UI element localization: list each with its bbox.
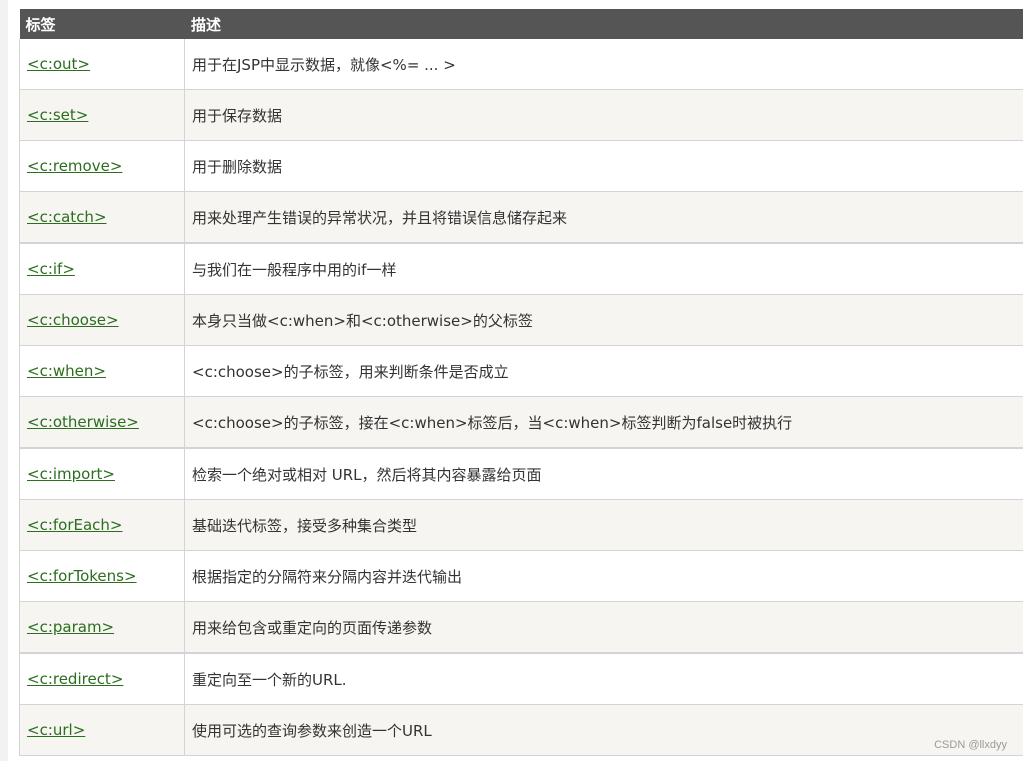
tag-cell: <c:set> (19, 89, 185, 141)
jstl-core-tags-table: 标签 描述 <c:out> 用于在JSP中显示数据，就像<%= ... > <c… (19, 9, 1023, 756)
table-row: <c:otherwise> <c:choose>的子标签，接在<c:when>标… (19, 396, 1023, 449)
tag-link[interactable]: <c:otherwise> (27, 413, 139, 431)
description-cell: 用于保存数据 (184, 89, 1023, 141)
tag-link[interactable]: <c:catch> (27, 208, 107, 226)
tag-link[interactable]: <c:forEach> (27, 516, 123, 534)
header-tag: 标签 (19, 9, 185, 39)
tag-link[interactable]: <c:param> (27, 618, 114, 636)
table-row: <c:if> 与我们在一般程序中用的if一样 (19, 242, 1023, 295)
tag-cell: <c:choose> (19, 294, 185, 346)
tag-cell: <c:redirect> (19, 652, 185, 705)
tag-link[interactable]: <c:choose> (27, 311, 119, 329)
tag-cell: <c:param> (19, 601, 185, 654)
tag-cell: <c:when> (19, 345, 185, 397)
tag-link[interactable]: <c:remove> (27, 157, 122, 175)
tag-cell: <c:remove> (19, 140, 185, 192)
tag-link[interactable]: <c:set> (27, 106, 88, 124)
description-cell: 用来处理产生错误的异常状况，并且将错误信息储存起来 (184, 191, 1023, 244)
table-header-row: 标签 描述 (19, 9, 1023, 39)
table-row: <c:redirect> 重定向至一个新的URL. (19, 652, 1023, 705)
tag-link[interactable]: <c:out> (27, 55, 90, 73)
description-cell: 检索一个绝对或相对 URL，然后将其内容暴露给页面 (184, 447, 1023, 500)
table-row: <c:out> 用于在JSP中显示数据，就像<%= ... > (19, 39, 1023, 90)
table-row: <c:import> 检索一个绝对或相对 URL，然后将其内容暴露给页面 (19, 447, 1023, 500)
tag-link[interactable]: <c:when> (27, 362, 106, 380)
description-cell: 重定向至一个新的URL. (184, 652, 1023, 705)
tag-cell: <c:forEach> (19, 499, 185, 551)
tag-cell: <c:catch> (19, 191, 185, 244)
description-cell: 用于在JSP中显示数据，就像<%= ... > (184, 39, 1023, 90)
jstl-core-tags-table-wrapper: 标签 描述 <c:out> 用于在JSP中显示数据，就像<%= ... > <c… (19, 9, 1023, 756)
csdn-watermark: CSDN @llxdyy (934, 739, 1007, 751)
tag-cell: <c:otherwise> (19, 396, 185, 449)
tag-cell: <c:url> (19, 704, 185, 756)
description-cell: 基础迭代标签，接受多种集合类型 (184, 499, 1023, 551)
left-gutter (0, 0, 8, 761)
description-cell: <c:choose>的子标签，接在<c:when>标签后，当<c:when>标签… (184, 396, 1023, 449)
table-row: <c:forTokens> 根据指定的分隔符来分隔内容并迭代输出 (19, 550, 1023, 602)
table-row: <c:set> 用于保存数据 (19, 89, 1023, 141)
tag-cell: <c:if> (19, 242, 185, 295)
tag-link[interactable]: <c:url> (27, 721, 85, 739)
description-cell: <c:choose>的子标签，用来判断条件是否成立 (184, 345, 1023, 397)
table-row: <c:remove> 用于删除数据 (19, 140, 1023, 192)
tag-link[interactable]: <c:if> (27, 260, 75, 278)
description-cell: 用来给包含或重定向的页面传递参数 (184, 601, 1023, 654)
tag-link[interactable]: <c:redirect> (27, 670, 123, 688)
description-cell: 使用可选的查询参数来创造一个URL (184, 704, 1023, 756)
table-row: <c:catch> 用来处理产生错误的异常状况，并且将错误信息储存起来 (19, 191, 1023, 244)
header-description: 描述 (184, 9, 1023, 39)
description-cell: 根据指定的分隔符来分隔内容并迭代输出 (184, 550, 1023, 602)
tag-cell: <c:import> (19, 447, 185, 500)
table-row: <c:choose> 本身只当做<c:when>和<c:otherwise>的父… (19, 294, 1023, 346)
table-row: <c:param> 用来给包含或重定向的页面传递参数 (19, 601, 1023, 654)
table-row: <c:forEach> 基础迭代标签，接受多种集合类型 (19, 499, 1023, 551)
description-cell: 用于删除数据 (184, 140, 1023, 192)
table-row: <c:when> <c:choose>的子标签，用来判断条件是否成立 (19, 345, 1023, 397)
table-row: <c:url> 使用可选的查询参数来创造一个URL (19, 704, 1023, 756)
tag-cell: <c:out> (19, 39, 185, 90)
tag-cell: <c:forTokens> (19, 550, 185, 602)
tag-link[interactable]: <c:forTokens> (27, 567, 137, 585)
description-cell: 与我们在一般程序中用的if一样 (184, 242, 1023, 295)
description-cell: 本身只当做<c:when>和<c:otherwise>的父标签 (184, 294, 1023, 346)
tag-link[interactable]: <c:import> (27, 465, 115, 483)
